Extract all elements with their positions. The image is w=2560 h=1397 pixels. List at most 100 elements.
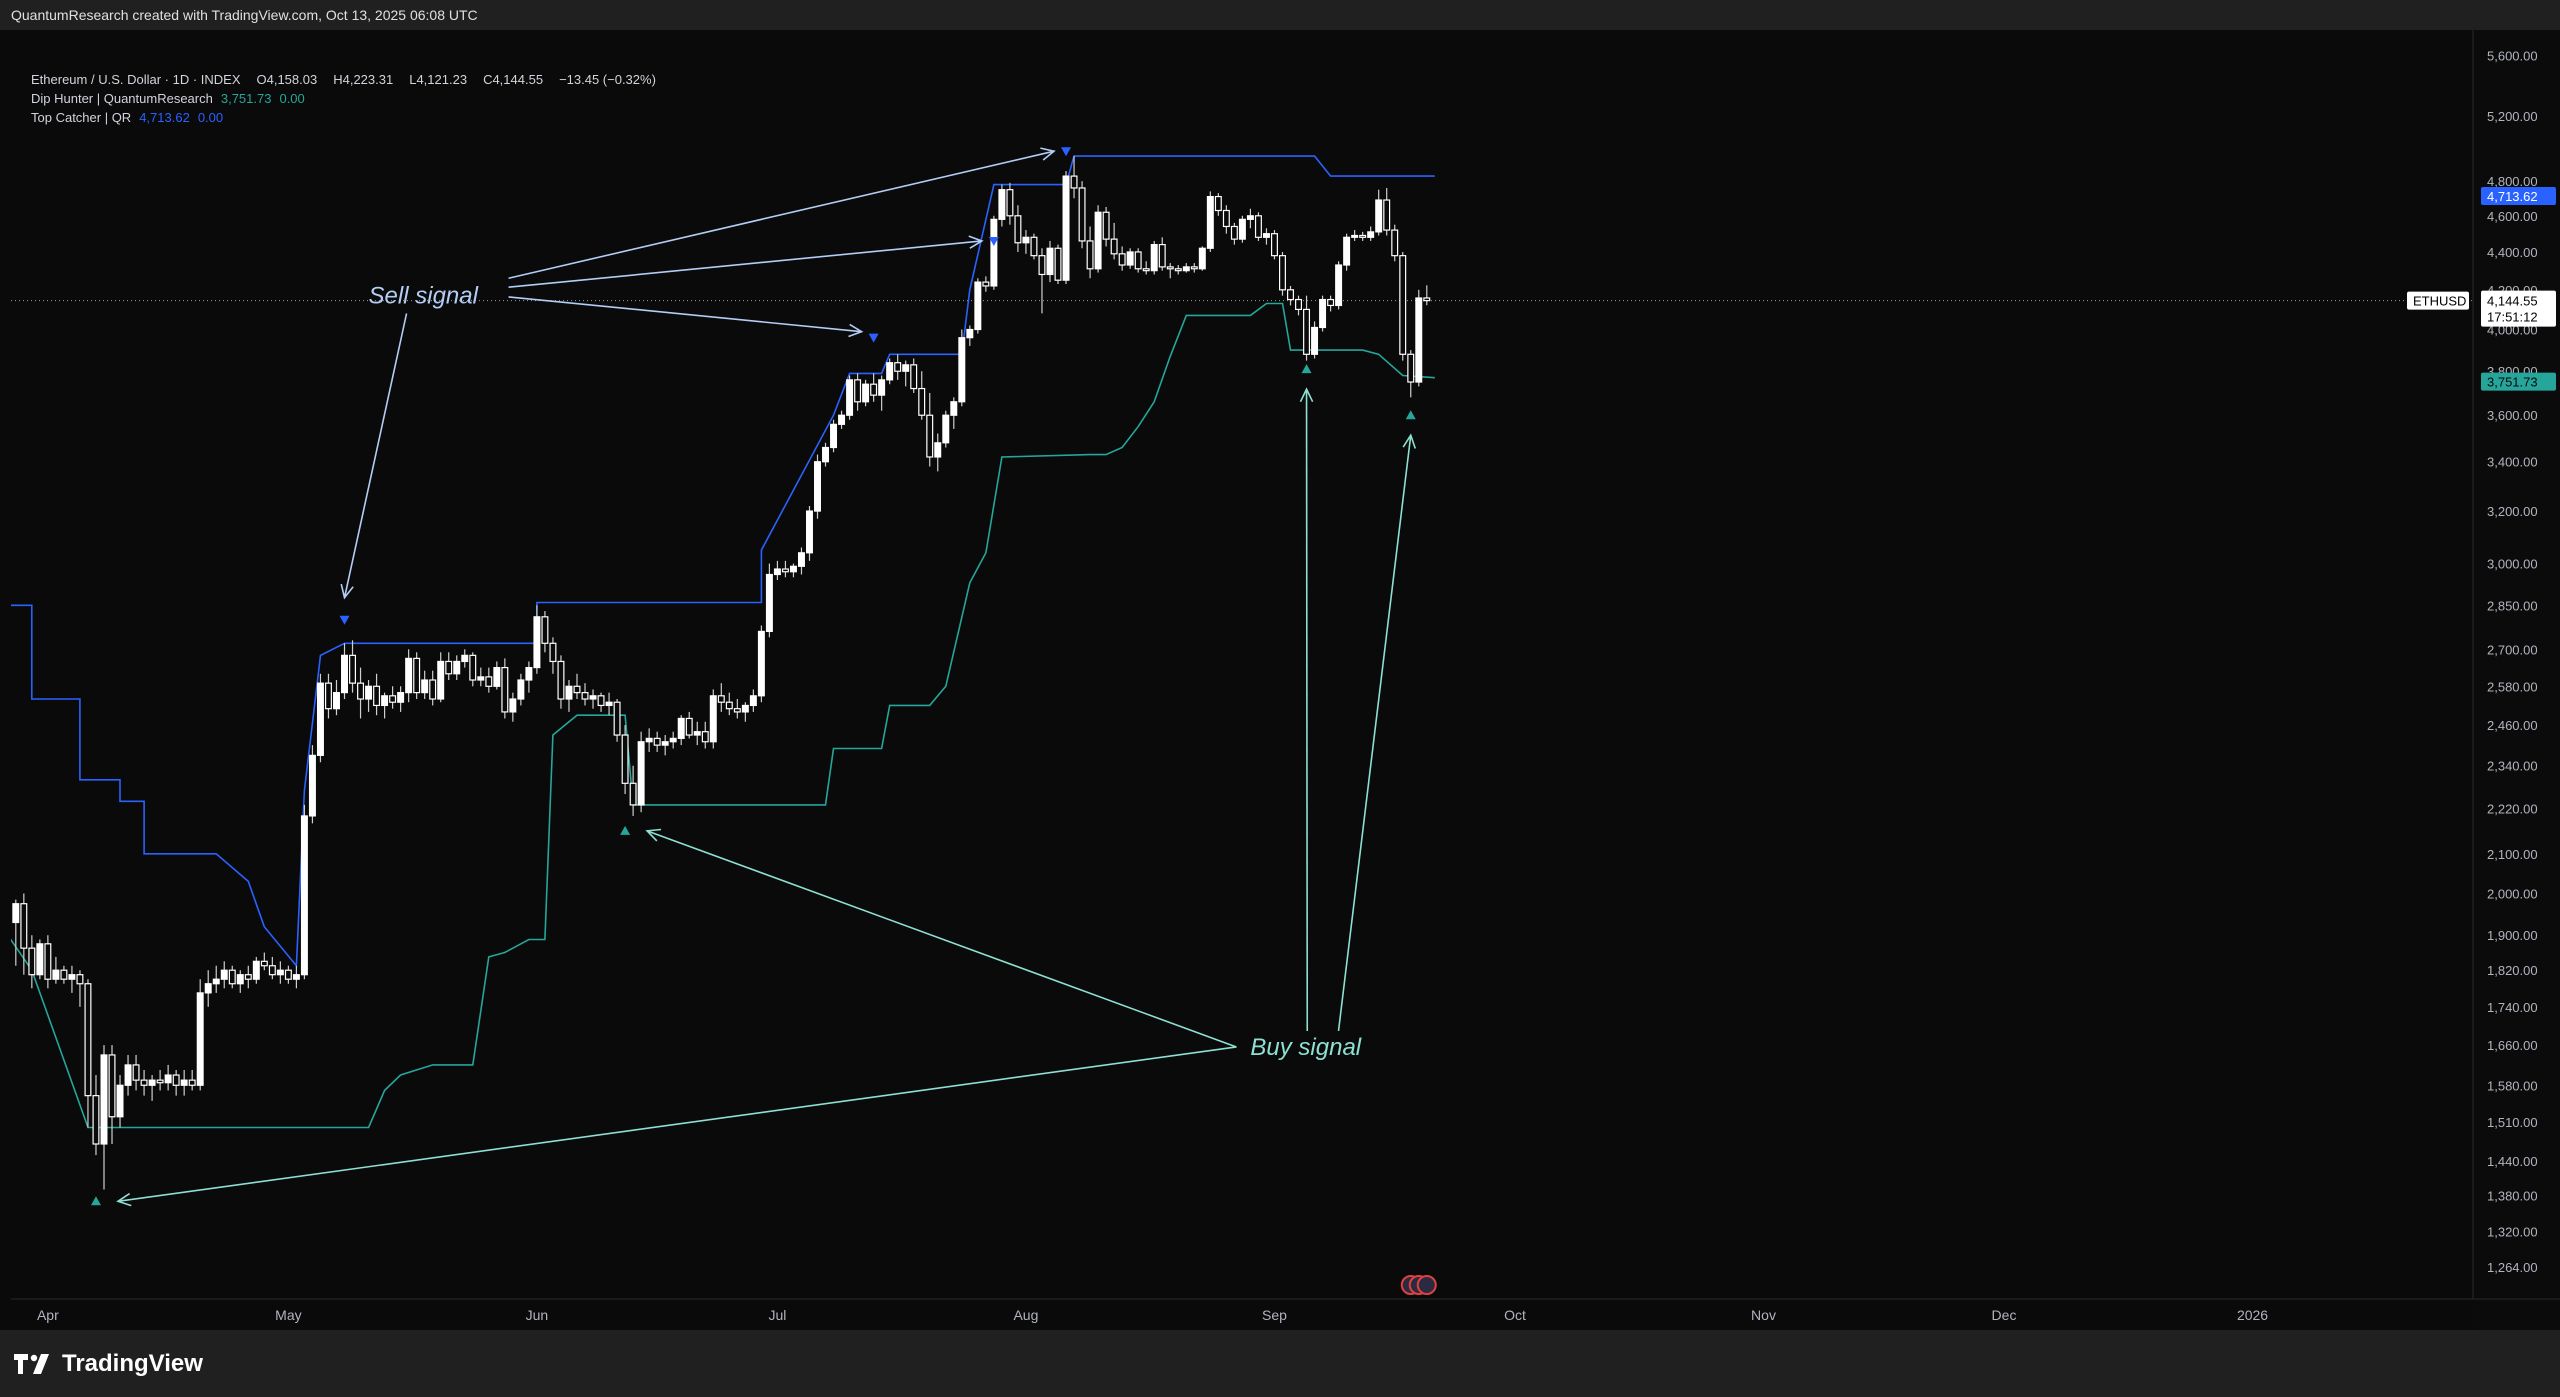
candle-body [613, 701, 621, 736]
legend-indicator-top-catcher[interactable]: Top Catcher | QR 4,713.62 0.00 [31, 108, 664, 127]
candle-body [1278, 255, 1286, 291]
candle-body [966, 328, 974, 339]
candle [1238, 215, 1246, 243]
candle-body [902, 364, 910, 372]
candle [1206, 191, 1214, 252]
time-tick-label: Aug [1013, 1307, 1038, 1323]
candle [1094, 205, 1102, 273]
candle-body [926, 414, 934, 458]
candle-body [533, 616, 541, 669]
candle-body [1150, 243, 1158, 272]
candle-body [653, 737, 661, 746]
candle-body [1198, 247, 1206, 270]
tradingview-logo[interactable]: TradingView [14, 1350, 203, 1378]
candle-body [693, 731, 701, 736]
time-tick-label: Sep [1262, 1307, 1287, 1323]
candle [621, 725, 629, 795]
candle-body [164, 1074, 172, 1084]
time-tick-label: Oct [1504, 1307, 1526, 1323]
candle-body [1367, 231, 1375, 238]
legend-indicator-dip-hunter[interactable]: Dip Hunter | QuantumResearch 3,751.73 0.… [31, 89, 664, 108]
candle [958, 329, 966, 407]
price-tick-label: 2,460.00 [2487, 718, 2538, 733]
candle-body [100, 1054, 108, 1145]
candle [1391, 224, 1399, 262]
candle-body [822, 446, 830, 463]
candle-body [1190, 266, 1198, 270]
candle-body [1094, 211, 1102, 270]
candle-body [292, 974, 300, 980]
candle-body [1086, 240, 1094, 270]
candle [1054, 244, 1062, 285]
price-chart[interactable]: Sell signal Buy signal 5,600.00 5,200.00 4,8… [11, 30, 2560, 1330]
candle-body [12, 903, 20, 924]
candle-body [252, 960, 260, 980]
candle [1415, 289, 1423, 387]
candle-body [605, 701, 613, 707]
candle [1311, 321, 1319, 359]
candle-body [998, 189, 1006, 220]
chart-area[interactable]: Sell signal Buy signal 5,600.00 5,200.00 4,8… [11, 30, 2560, 1330]
candle-body [910, 364, 918, 390]
top-catcher-price-label: 4,713.62 [2487, 189, 2538, 204]
candle-body [76, 974, 84, 985]
candle-body [621, 734, 629, 784]
candle-body [188, 1079, 196, 1086]
candle-body [1206, 195, 1214, 249]
candle-body [493, 666, 501, 687]
candle-body [373, 685, 381, 707]
candle-body [341, 654, 348, 694]
candle [1078, 181, 1086, 249]
candle [613, 699, 621, 742]
candle-body [549, 642, 557, 663]
candle-body [565, 685, 573, 700]
candle-body [725, 701, 733, 710]
legend-open: O4,158.03 [256, 72, 318, 87]
candle-body [661, 741, 669, 746]
candle-body [1006, 189, 1014, 217]
candle-body [1391, 229, 1399, 257]
candle [316, 673, 324, 763]
candle-body [1038, 255, 1046, 276]
candle-body [1327, 298, 1335, 307]
price-tick-label: 1,660.00 [2487, 1038, 2538, 1053]
legend-high: H4,223.31 [333, 72, 394, 87]
candle-body [1423, 297, 1431, 302]
candle-body [84, 983, 92, 1097]
candle [1319, 295, 1327, 332]
candle-body [757, 630, 765, 697]
candle-body [333, 692, 340, 710]
candle [501, 658, 509, 719]
candle-body [300, 815, 308, 976]
candle-body [814, 461, 821, 512]
candle-body [52, 969, 60, 980]
candle-body [685, 717, 693, 736]
candle-body [124, 1064, 132, 1086]
candle-body [204, 983, 212, 994]
candle-body [1287, 289, 1294, 301]
candle-body [1407, 353, 1415, 383]
candle-body [1262, 233, 1270, 238]
candle-body [1351, 234, 1359, 238]
buy-signal-arrow [1305, 389, 1309, 1031]
candle-body [1319, 298, 1327, 329]
price-tick-label: 1,740.00 [2487, 1000, 2538, 1015]
tradingview-logo-text: TradingView [62, 1350, 203, 1377]
tradingview-logo-icon [14, 1354, 49, 1374]
candle-body [1343, 236, 1351, 266]
price-tick-label: 1,510.00 [2487, 1115, 2538, 1130]
price-tick-label: 2,000.00 [2487, 886, 2538, 901]
candle-body [1054, 247, 1062, 281]
candle-body [389, 695, 397, 703]
price-tick-label: 2,220.00 [2487, 802, 2538, 817]
top-catcher-change: 0.00 [197, 110, 224, 125]
candle-body [525, 666, 533, 681]
candle-body [220, 969, 228, 980]
candle-body [196, 992, 204, 1086]
candle-body [92, 1095, 100, 1145]
top-catcher-name: Top Catcher | QR [31, 110, 132, 125]
candle-body [1399, 255, 1407, 355]
candle-body [637, 741, 645, 806]
candle [300, 804, 308, 980]
candle-body [357, 682, 365, 700]
